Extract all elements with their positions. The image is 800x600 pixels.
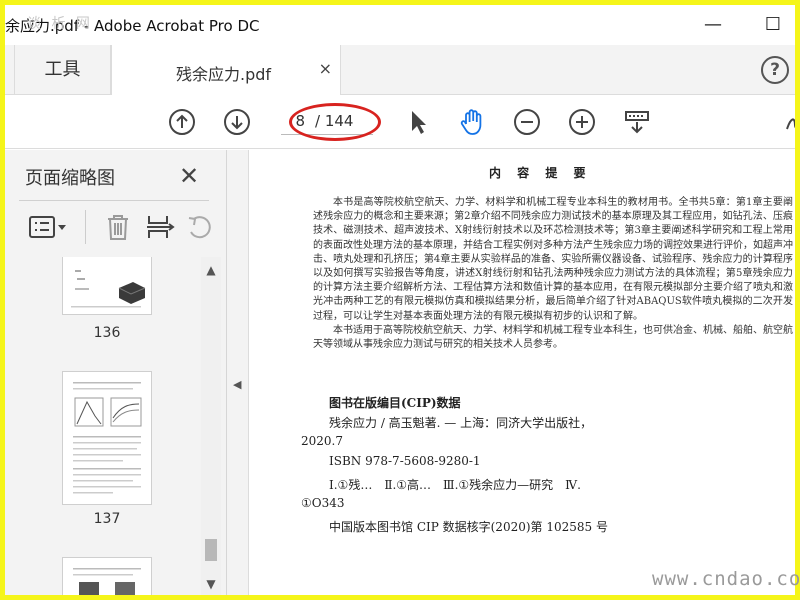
tab-tools[interactable]: 工具 [15,45,111,95]
zoom-out-icon[interactable] [512,107,542,137]
panel-tool-separator [85,210,86,244]
panel-collapse-gutter[interactable]: ◀ [227,150,249,595]
abstract-paragraph: 本书是高等院校航空航天、力学、材料学和机械工程专业本科生的教材用书。全书共5章：… [313,197,793,322]
panel-close-button[interactable]: ✕ [179,162,199,190]
cip-title: 图书在版编目(CIP)数据 [329,396,461,410]
next-page-icon[interactable] [222,107,252,137]
acrobat-window: 余应力.pdf - Adobe Acrobat Pro DC 谈 析 网 — ☐… [5,5,795,595]
thumbnail-page[interactable] [62,371,152,505]
thumbnail-content [71,270,146,308]
scroll-thumb[interactable] [205,539,217,561]
cip-line: ①O343 [301,496,345,510]
red-annotation-ellipse [289,103,381,141]
page-thumbnails-panel: 页面缩略图 ✕ 136 137 ▲ ▼ [5,150,227,595]
select-cursor-icon[interactable] [403,107,433,137]
main-toolbar: 8 / 144 [5,95,795,149]
thumbnail-content [73,382,142,494]
cip-line: 2020.7 [301,434,343,448]
tab-document[interactable]: 残余应力.pdf × [111,45,341,96]
document-page: 内 容 提 要 本书是高等院校航空航天、力学、材料学和机械工程专业本科生的教材用… [249,150,795,595]
insert-page-icon[interactable] [145,212,175,242]
sign-icon[interactable] [783,107,795,137]
prev-page-icon[interactable] [167,107,197,137]
thumbnail-page[interactable] [62,557,152,595]
doc-abstract: 本书是高等院校航空航天、力学、材料学和机械工程专业本科生的教材用书。全书共5章：… [313,196,793,352]
panel-toolbar [19,206,219,250]
panel-title: 页面缩略图 [25,168,115,189]
thumbnail-options-icon[interactable] [27,212,71,242]
hand-tool-icon[interactable] [457,107,487,137]
cip-line: Ⅰ.①残… Ⅱ.①高… Ⅲ.①残余应力—研究 Ⅳ. [329,478,581,492]
thumbnail-scrollbar[interactable]: ▲ ▼ [201,257,221,595]
minimize-button[interactable]: — [699,11,727,39]
tab-bar: 工具 残余应力.pdf × ? [5,45,795,96]
collapse-arrow-icon[interactable]: ◀ [233,378,241,391]
tab-home[interactable] [5,45,15,95]
doc-heading: 内 容 提 要 [489,166,592,180]
cip-line: 残余应力 / 高玉魁著. — 上海：同济大学出版社， [329,416,593,430]
abstract-paragraph: 本书适用于高等院校航空航天、力学、材料学和机械工程专业本科生，也可供冶金、机械、… [313,324,793,351]
zoom-in-icon[interactable] [567,107,597,137]
panel-divider [19,200,209,201]
tab-close-button[interactable]: × [319,59,332,78]
delete-page-icon[interactable] [103,212,133,242]
help-button[interactable]: ? [761,56,789,84]
site-watermark: www.cndao.com [652,568,800,590]
rotate-page-icon[interactable] [185,212,215,242]
scroll-down-button[interactable]: ▼ [201,575,221,593]
tab-document-label: 残余应力.pdf [176,65,272,84]
cip-line: 中国版本图书馆 CIP 数据核字(2020)第 102585 号 [329,520,608,534]
thumbnail-list: 136 137 [5,257,201,595]
thumbnail-label: 136 [93,325,121,341]
read-mode-icon[interactable] [622,107,652,137]
thumbnail-page[interactable] [62,257,152,315]
title-bar: 余应力.pdf - Adobe Acrobat Pro DC 谈 析 网 — ☐ [5,5,795,45]
thumbnail-content [73,568,141,595]
thumbnail-label: 137 [93,511,121,527]
site-watermark-top: 谈 析 网 [27,16,93,32]
maximize-button[interactable]: ☐ [759,11,787,39]
cip-line: ISBN 978-7-5608-9280-1 [329,454,481,468]
scroll-up-button[interactable]: ▲ [201,261,221,279]
